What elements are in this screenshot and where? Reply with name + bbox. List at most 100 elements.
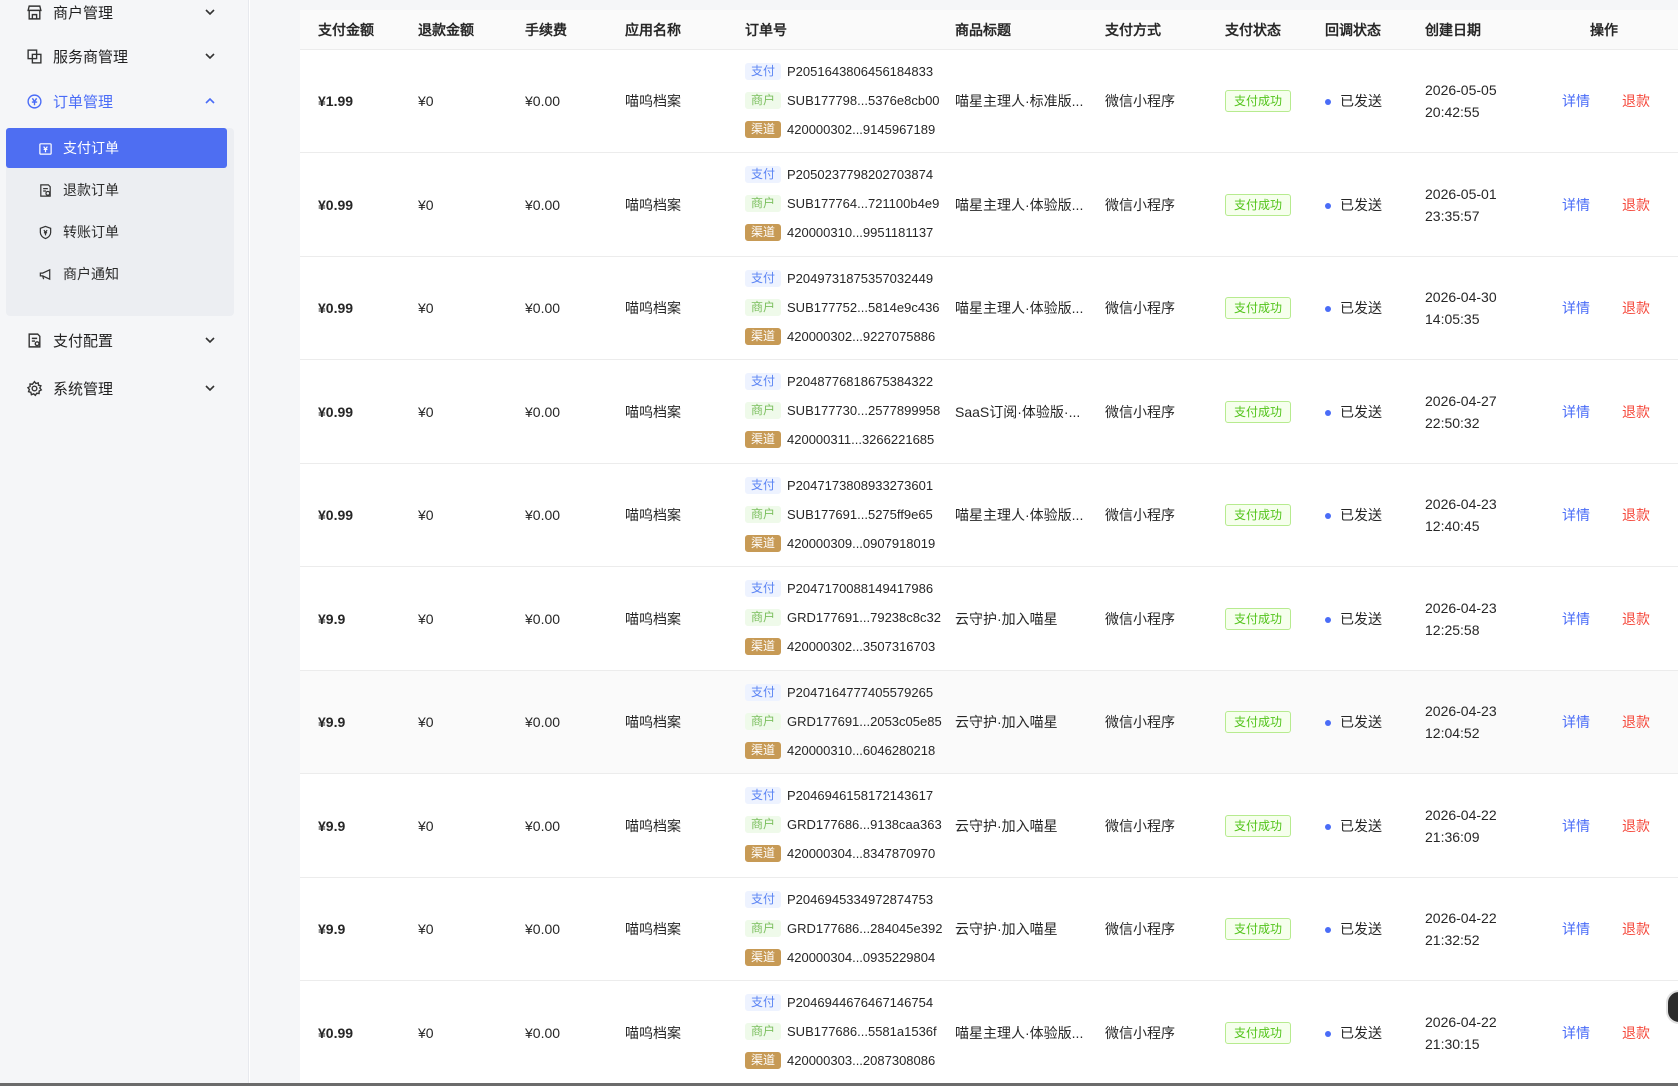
sidebar: 商户管理 服务商管理 订单管理 支付订单 退款订单 转账订单 商户通知 支付配置… xyxy=(0,0,249,1086)
channel-order-no[interactable]: 420000302...9145967189 xyxy=(787,122,935,137)
merchant-order-line: 商户 GRD177691...2053c05e85 xyxy=(745,712,942,730)
merchant-order-no[interactable]: SUB177691...5275ff9e65 xyxy=(787,507,933,522)
detail-link[interactable]: 详情 xyxy=(1562,919,1590,939)
product-title: SaaS订阅·体验版·... xyxy=(955,403,1081,420)
refund-link[interactable]: 退款 xyxy=(1622,609,1650,629)
detail-link[interactable]: 详情 xyxy=(1562,609,1590,629)
submenu-payment-orders[interactable]: 支付订单 xyxy=(6,128,227,168)
menu-service-provider-management[interactable]: 服务商管理 xyxy=(0,34,249,78)
callback-status: 已发送 xyxy=(1325,816,1382,836)
channel-tag: 渠道 xyxy=(745,1052,782,1069)
callback-status: 已发送 xyxy=(1325,195,1382,215)
pay-order-no[interactable]: P2050237798202703874 xyxy=(787,167,933,182)
merchant-order-no[interactable]: GRD177686...9138caa363 xyxy=(787,817,942,832)
fee: ¥0.00 xyxy=(525,93,561,109)
table-row[interactable]: ¥9.9 ¥0 ¥0.00 喵呜档案 支付 P2046945334972874753 商户 G… xyxy=(300,878,1678,981)
refund-link[interactable]: 退款 xyxy=(1622,919,1650,939)
merchant-order-no[interactable]: SUB177730...2577899958 xyxy=(787,403,940,418)
pay-order-line: 支付 P2050237798202703874 xyxy=(745,166,933,184)
callback-status-text: 已发送 xyxy=(1340,610,1382,627)
merchant-order-no[interactable]: SUB177764...721100b4e9 xyxy=(787,196,939,211)
detail-link[interactable]: 详情 xyxy=(1562,91,1590,111)
pay-order-no[interactable]: P2047173808933273601 xyxy=(787,478,933,493)
floating-avatar-button[interactable] xyxy=(1666,990,1678,1024)
app-name: 喵呜档案 xyxy=(625,817,681,834)
refund-link[interactable]: 退款 xyxy=(1622,195,1650,215)
refund-link[interactable]: 退款 xyxy=(1622,91,1650,111)
created-date-day: 2026-04-23 xyxy=(1425,496,1497,512)
pay-amount: ¥9.9 xyxy=(318,714,346,730)
refund-amount: ¥0 xyxy=(418,1024,434,1041)
menu-merchant-management[interactable]: 商户管理 xyxy=(0,0,249,34)
created-date: 2026-05-05 20:42:55 xyxy=(1425,79,1497,123)
table-row[interactable]: ¥9.9 ¥0 ¥0.00 喵呜档案 支付 P2046946158172143617 商户 G… xyxy=(300,775,1678,878)
menu-payment-config[interactable]: 支付配置 xyxy=(0,318,249,362)
pay-order-no[interactable]: P2046946158172143617 xyxy=(787,788,933,803)
menu-order-management[interactable]: 订单管理 xyxy=(0,79,249,123)
refund-amount: ¥0 xyxy=(418,196,434,213)
merchant-order-no[interactable]: GRD177686...284045e392 xyxy=(787,921,942,936)
detail-link[interactable]: 详情 xyxy=(1562,505,1590,525)
pay-order-no[interactable]: P2049731875357032449 xyxy=(787,271,933,286)
pay-order-no[interactable]: P2046944676467146754 xyxy=(787,995,933,1010)
pay-order-no[interactable]: P2048776818675384322 xyxy=(787,374,933,389)
channel-order-no[interactable]: 420000310...6046280218 xyxy=(787,743,935,758)
table-row[interactable]: ¥9.9 ¥0 ¥0.00 喵呜档案 支付 P2047170088149417986 商户 G… xyxy=(300,568,1678,671)
table-row[interactable]: ¥0.99 ¥0 ¥0.00 喵呜档案 支付 P2048776818675384322 商户… xyxy=(300,361,1678,464)
created-date: 2026-04-27 22:50:32 xyxy=(1425,390,1497,434)
channel-order-no[interactable]: 420000304...0935229804 xyxy=(787,950,935,965)
refund-link[interactable]: 退款 xyxy=(1622,402,1650,422)
detail-link[interactable]: 详情 xyxy=(1562,195,1590,215)
app-name: 喵呜档案 xyxy=(625,1024,681,1041)
merchant-tag: 商户 xyxy=(745,816,782,833)
channel-order-no[interactable]: 420000309...0907918019 xyxy=(787,536,935,551)
table-row[interactable]: ¥0.99 ¥0 ¥0.00 喵呜档案 支付 P2050237798202703874 商户… xyxy=(300,154,1678,257)
pay-order-no[interactable]: P2047170088149417986 xyxy=(787,581,933,596)
callback-status-text: 已发送 xyxy=(1340,93,1382,109)
app-name: 喵呜档案 xyxy=(625,610,681,627)
submenu-merchant-notifications[interactable]: 商户通知 xyxy=(6,254,227,294)
pay-amount: ¥0.99 xyxy=(318,403,354,420)
table-row[interactable]: ¥0.99 ¥0 ¥0.00 喵呜档案 支付 P2049731875357032449 商户… xyxy=(300,257,1678,360)
merchant-order-no[interactable]: SUB177798...5376e8cb00 xyxy=(787,93,940,108)
refund-link[interactable]: 退款 xyxy=(1622,1023,1650,1043)
detail-link[interactable]: 详情 xyxy=(1562,402,1590,422)
callback-status-text: 已发送 xyxy=(1340,817,1382,834)
detail-link[interactable]: 详情 xyxy=(1562,298,1590,318)
app-name: 喵呜档案 xyxy=(625,403,681,420)
fee: ¥0.00 xyxy=(525,196,561,213)
table-row[interactable]: ¥9.9 ¥0 ¥0.00 喵呜档案 支付 P2047164777405579265 商户 G… xyxy=(300,671,1678,774)
pay-order-no[interactable]: P2051643806456184833 xyxy=(787,64,933,79)
channel-order-no[interactable]: 420000302...9227075886 xyxy=(787,329,935,344)
refund-link[interactable]: 退款 xyxy=(1622,505,1650,525)
fee: ¥0.00 xyxy=(525,403,561,420)
pay-order-no[interactable]: P2046945334972874753 xyxy=(787,892,933,907)
channel-order-no[interactable]: 420000302...3507316703 xyxy=(787,639,935,654)
detail-link[interactable]: 详情 xyxy=(1562,1023,1590,1043)
channel-order-no[interactable]: 420000303...2087308086 xyxy=(787,1053,935,1068)
refund-link[interactable]: 退款 xyxy=(1622,816,1650,836)
pay-order-no[interactable]: P2047164777405579265 xyxy=(787,685,933,700)
submenu-refund-orders[interactable]: 退款订单 xyxy=(6,170,227,210)
merchant-order-no[interactable]: GRD177691...2053c05e85 xyxy=(787,714,942,729)
menu-system-management[interactable]: 系统管理 xyxy=(0,366,249,410)
pay-method: 微信小程序 xyxy=(1105,300,1175,316)
refund-link[interactable]: 退款 xyxy=(1622,298,1650,318)
merchant-order-no[interactable]: SUB177752...5814e9c436 xyxy=(787,300,940,315)
submenu-transfer-orders[interactable]: 转账订单 xyxy=(6,212,227,252)
refund-link[interactable]: 退款 xyxy=(1622,712,1650,732)
created-date-day: 2026-04-27 xyxy=(1425,392,1497,409)
detail-link[interactable]: 详情 xyxy=(1562,712,1590,732)
merchant-order-no[interactable]: SUB177686...5581a1536f xyxy=(787,1024,937,1039)
detail-link[interactable]: 详情 xyxy=(1562,816,1590,836)
table-row[interactable]: ¥0.99 ¥0 ¥0.00 喵呜档案 支付 P2046944676467146754 商户… xyxy=(300,982,1678,1085)
product-title: 喵星主理人·体验版... xyxy=(955,300,1084,316)
table-row[interactable]: ¥1.99 ¥0 ¥0.00 喵呜档案 支付 P2051643806456184833 商户… xyxy=(300,50,1678,153)
table-row[interactable]: ¥0.99 ¥0 ¥0.00 喵呜档案 支付 P2047173808933273601 商户… xyxy=(300,464,1678,567)
channel-order-no[interactable]: 420000311...3266221685 xyxy=(787,432,934,447)
channel-order-no[interactable]: 420000304...8347870970 xyxy=(787,846,935,861)
created-date-time: 21:36:09 xyxy=(1425,828,1480,845)
app-name: 喵呜档案 xyxy=(625,921,681,937)
channel-order-no[interactable]: 420000310...9951181137 xyxy=(787,225,933,240)
merchant-order-no[interactable]: GRD177691...79238c8c32 xyxy=(787,610,941,625)
